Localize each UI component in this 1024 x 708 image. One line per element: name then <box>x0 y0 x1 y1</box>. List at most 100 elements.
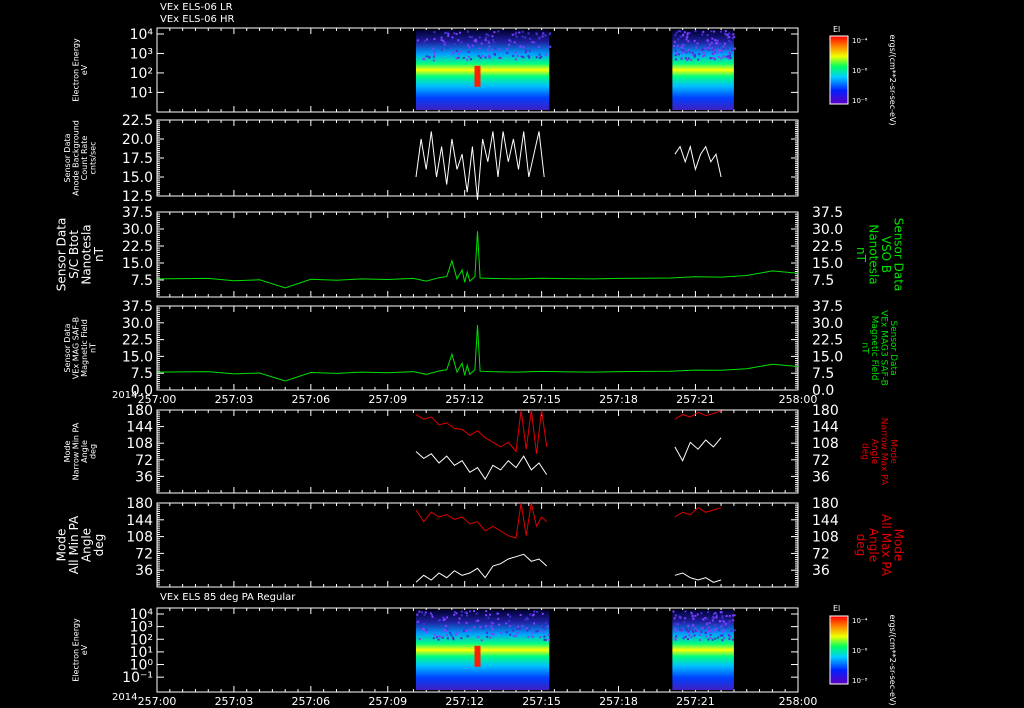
heatmap-speck <box>423 623 425 625</box>
heatmap-speck <box>731 49 733 51</box>
heatmap-speck <box>692 52 694 54</box>
heatmap-speck <box>457 39 459 41</box>
heatmap-speck <box>679 629 681 631</box>
heatmap-speck <box>549 32 551 34</box>
colorbar-units-0: ergs/(cm**2-sr-sec-eV) <box>888 34 897 125</box>
heatmap-speck <box>533 614 535 616</box>
colorbar-tick-label: 10⁻⁴ <box>852 617 868 625</box>
y-axis-label-1-line: cnts/sec <box>88 142 97 175</box>
heatmap-speck <box>676 52 678 54</box>
heatmap-speck <box>481 639 483 641</box>
heatmap-speck <box>517 626 519 628</box>
heatmap-speck <box>730 42 732 44</box>
heatmap-speck <box>441 48 443 50</box>
heatmap-speck <box>672 611 674 613</box>
y-tick-label-0: 10⁴ <box>130 27 154 43</box>
time-tick-label: 257:09 <box>368 393 407 406</box>
heatmap-speck <box>687 638 689 640</box>
heatmap-speck <box>417 621 419 623</box>
heatmap-speck <box>444 618 446 620</box>
heatmap-speck <box>729 622 731 624</box>
heatmap-speck <box>420 45 422 47</box>
heatmap-speck <box>687 40 689 42</box>
heatmap-speck <box>721 617 723 619</box>
heatmap-speck <box>728 36 730 38</box>
y-axis-label-right-5: ModeAll Max PAAngledeg <box>854 514 906 577</box>
heatmap-speck <box>675 639 677 641</box>
panel-frame-1 <box>157 120 798 196</box>
heatmap-speck <box>722 48 724 50</box>
heatmap-speck <box>721 624 723 626</box>
heatmap-speck <box>439 635 441 637</box>
y-tick-label-3: 30.0 <box>122 316 153 332</box>
heatmap-speck <box>447 35 449 37</box>
y-tick-label-6: 10⁻¹ <box>122 670 153 686</box>
heatmap-speck <box>426 629 428 631</box>
heatmap-speck <box>497 30 499 32</box>
heatmap-speck <box>681 49 683 51</box>
y-axis-label-6-line: eV <box>80 644 89 655</box>
heatmap-speck <box>684 617 686 619</box>
heatmap-speck <box>704 54 706 56</box>
heatmap-speck <box>677 38 679 40</box>
heatmap-speck <box>714 39 716 41</box>
heatmap-speck <box>446 630 448 632</box>
heatmap-speck <box>685 38 687 40</box>
heatmap-speck <box>497 618 499 620</box>
heatmap-speck <box>493 633 495 635</box>
heatmap-speck <box>718 56 720 58</box>
heatmap-speck <box>681 52 683 54</box>
heatmap-speck <box>730 630 732 632</box>
heatmap-speck <box>433 637 435 639</box>
heatmap-speck <box>426 39 428 41</box>
heatmap-speck <box>527 636 529 638</box>
panel-frame-4 <box>157 410 798 493</box>
series-line-1-0 <box>675 147 721 177</box>
heatmap-speck <box>517 632 519 634</box>
heatmap-speck <box>728 40 730 42</box>
y-axis-label-6: Electron Energy eV <box>72 618 89 682</box>
heatmap-speck <box>463 630 465 632</box>
heatmap-speck <box>432 48 434 50</box>
heatmap-speck <box>548 634 550 636</box>
heatmap-speck <box>526 627 528 629</box>
series-line-4-1 <box>416 452 547 480</box>
heatmap-speck <box>542 613 544 615</box>
heatmap-speck <box>487 49 489 51</box>
heatmap-speck <box>692 629 694 631</box>
time-tick-label: 257:09 <box>368 695 407 708</box>
heatmap-speck <box>727 48 729 50</box>
heatmap-speck <box>488 624 490 626</box>
heatmap-speck <box>705 632 707 634</box>
heatmap-speck <box>674 617 676 619</box>
heatmap-speck <box>701 34 703 36</box>
heatmap-speck <box>726 626 728 628</box>
heatmap-speck <box>425 55 427 57</box>
y-tick-label-right-3: 37.5 <box>812 299 843 315</box>
heatmap-speck <box>685 57 687 59</box>
colorbar-tick-label: 10⁻⁶ <box>852 647 868 655</box>
heatmap-speck <box>695 47 697 49</box>
heatmap-speck <box>694 54 696 56</box>
heatmap-speck <box>710 637 712 639</box>
heatmap-speck <box>512 55 514 57</box>
heatmap-speck <box>711 631 713 633</box>
heatmap-speck <box>729 615 731 617</box>
heatmap-speck <box>456 33 458 35</box>
colorbar-units-0-line: ergs/(cm**2-sr-sec-eV) <box>888 34 897 125</box>
heatmap-speck <box>488 56 490 58</box>
heatmap-speck <box>514 41 516 43</box>
heatmap-speck <box>434 38 436 40</box>
heatmap-speck <box>493 41 495 43</box>
heatmap-speck <box>478 55 480 57</box>
heatmap-speck <box>516 36 518 38</box>
colorbar-units-6: ergs/(cm**2-sr-sec-eV) <box>888 614 897 705</box>
heatmap-speck <box>524 619 526 621</box>
heatmap-speck <box>542 626 544 628</box>
heatmap-speck <box>425 611 427 613</box>
heatmap-speck <box>729 45 731 47</box>
heatmap-speck <box>547 625 549 627</box>
y-axis-label-2-line: nT <box>92 246 106 262</box>
time-tick-label: 257:03 <box>215 695 254 708</box>
heatmap-speck <box>705 45 707 47</box>
